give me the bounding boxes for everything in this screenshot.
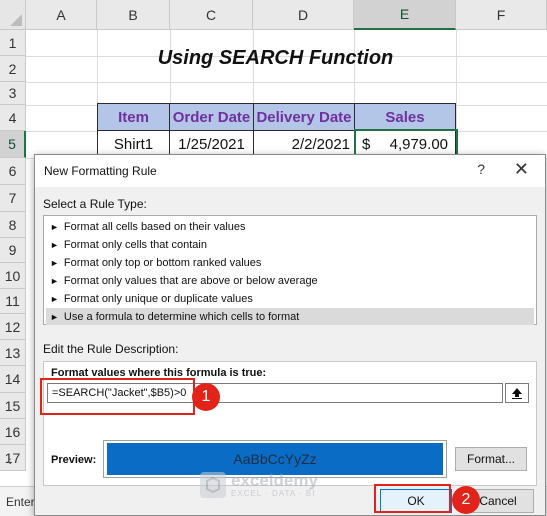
dialog-titlebar[interactable]: New Formatting Rule ? ✕ (35, 155, 545, 187)
exceldemy-logo-icon (200, 472, 226, 498)
row-header-9[interactable]: 9 (0, 238, 26, 263)
close-icon[interactable]: ✕ (514, 159, 529, 180)
rule-type-item[interactable]: ► Format only unique or duplicate values (46, 290, 534, 307)
row-header-10[interactable]: 10 (0, 263, 26, 289)
row-header-12[interactable]: 12 (0, 314, 26, 340)
select-rule-type-label: Select a Rule Type: (43, 197, 147, 211)
step-2-badge: 2 (452, 486, 480, 514)
row-header-13[interactable]: 13 (0, 340, 26, 366)
row-header-3[interactable]: 3 (0, 82, 26, 105)
help-icon[interactable]: ? (477, 161, 485, 177)
rule-type-item[interactable]: ► Format only top or bottom ranked values (46, 254, 534, 271)
table-header-sales[interactable]: Sales (354, 103, 456, 131)
table-header-item[interactable]: Item (97, 103, 170, 131)
table-header-delivery-date[interactable]: Delivery Date (253, 103, 355, 131)
pointer-arrow-icon: ► (50, 257, 59, 268)
row-header-14[interactable]: 14 (0, 366, 26, 393)
new-formatting-rule-dialog: New Formatting Rule ? ✕ Select a Rule Ty… (34, 154, 546, 516)
pointer-arrow-icon: ► (50, 221, 59, 232)
scroll-left-arrow[interactable]: ‹ (7, 452, 12, 468)
pointer-arrow-icon: ► (50, 275, 59, 286)
column-header-a[interactable]: A (26, 0, 97, 30)
rule-type-label: Format only cells that contain (63, 238, 207, 251)
watermark-name: exceldemy (231, 470, 318, 490)
column-header-d[interactable]: D (253, 0, 354, 30)
preview-label: Preview: (51, 454, 97, 466)
format-button[interactable]: Format... (455, 447, 527, 471)
column-header-e[interactable]: E (354, 0, 456, 30)
column-header-c[interactable]: C (170, 0, 253, 30)
rule-type-item[interactable]: ► Format only values that are above or be… (46, 272, 534, 289)
row-header-15[interactable]: 15 (0, 393, 26, 419)
dialog-title: New Formatting Rule (44, 164, 157, 178)
row-header-7[interactable]: 7 (0, 185, 26, 212)
row-header-5[interactable]: 5 (0, 131, 26, 158)
collapse-dialog-button[interactable] (505, 383, 529, 403)
rule-type-item-selected[interactable]: ► Use a formula to determine which cells … (46, 308, 534, 325)
status-mode: Enter (6, 495, 35, 509)
rule-type-label: Format all cells based on their values (63, 220, 246, 233)
rule-type-item[interactable]: ► Format only cells that contain (46, 236, 534, 253)
table-header-order-date[interactable]: Order Date (169, 103, 254, 131)
select-all-corner[interactable] (0, 0, 26, 30)
rule-type-label: Use a formula to determine which cells t… (63, 310, 300, 323)
row-header-11[interactable]: 11 (0, 289, 26, 314)
row-header-6[interactable]: 6 (0, 158, 26, 185)
pointer-arrow-icon: ► (50, 293, 59, 304)
pointer-arrow-icon: ► (50, 239, 59, 250)
rule-type-list[interactable]: ► Format all cells based on their values … (43, 215, 537, 325)
formula-highlight-box (40, 378, 195, 415)
ok-highlight-box (374, 484, 451, 513)
column-header-b[interactable]: B (97, 0, 170, 30)
upload-arrow-icon (512, 388, 522, 399)
rule-type-label: Format only top or bottom ranked values (63, 256, 262, 269)
column-header-f[interactable]: F (456, 0, 547, 30)
watermark-tagline: EXCEL · DATA · BI (231, 488, 316, 498)
watermark: exceldemy EXCEL · DATA · BI (200, 472, 318, 498)
row-header-16[interactable]: 16 (0, 419, 26, 445)
rule-type-label: Format only unique or duplicate values (63, 292, 253, 305)
row-header-8[interactable]: 8 (0, 212, 26, 238)
rule-type-item[interactable]: ► Format all cells based on their values (46, 218, 534, 235)
sheet-title: Using SEARCH Function (157, 47, 394, 69)
row-header-17[interactable]: 17 (0, 445, 26, 471)
rule-type-label: Format only values that are above or bel… (63, 274, 318, 287)
gridline (26, 82, 547, 83)
row-header-1[interactable]: 1 (0, 30, 26, 56)
row-header-4[interactable]: 4 (0, 105, 26, 131)
row-header-2[interactable]: 2 (0, 56, 26, 82)
pointer-arrow-icon: ► (50, 311, 59, 322)
step-1-badge: 1 (192, 383, 220, 411)
edit-rule-description-label: Edit the Rule Description: (43, 342, 179, 356)
